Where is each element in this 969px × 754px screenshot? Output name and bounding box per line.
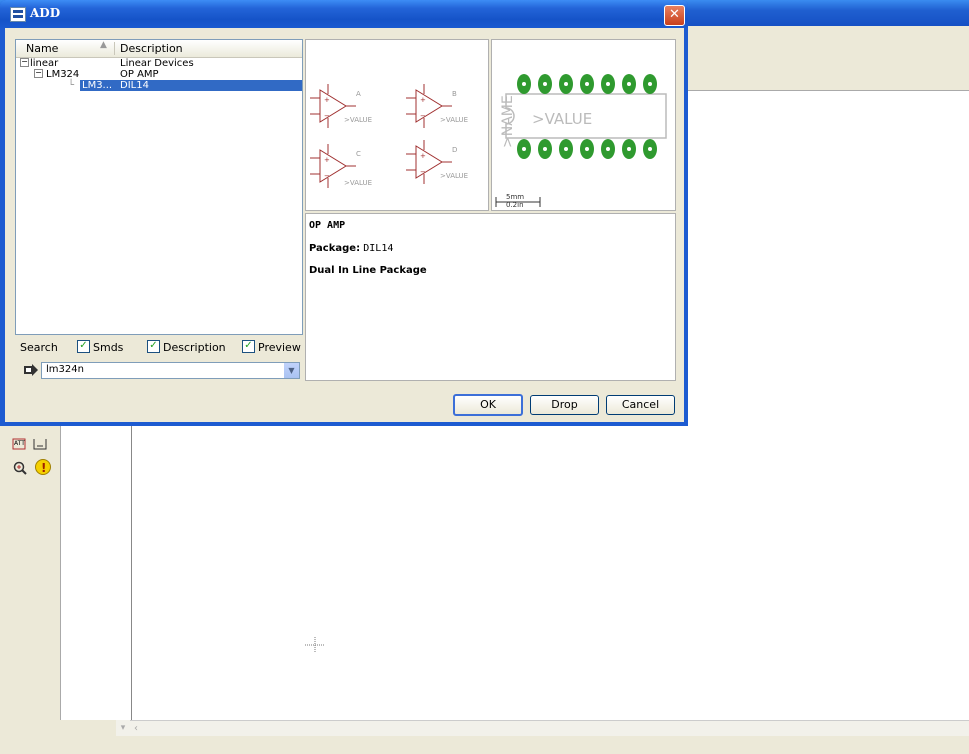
gate-label-b: B (452, 90, 457, 98)
search-label: Search (20, 341, 58, 354)
sort-ascending-icon: ▲ (100, 40, 107, 50)
add-dialog: ADD ✕ Name ▲ Description − linear Linear… (0, 0, 688, 426)
svg-text:−: − (420, 168, 426, 176)
tree-branch-line: └ (68, 80, 75, 91)
svg-text:+: + (324, 156, 330, 164)
opamp-symbol-drawing: + − + − + − + − A B C D >VALUE >VALUE >VALUE… (310, 84, 468, 188)
cursor-crosshair-icon (305, 637, 325, 653)
app-toolbar (685, 28, 969, 65)
side-panel (60, 420, 132, 720)
tree-header: Name ▲ Description (16, 40, 302, 58)
attribute-tool-icon[interactable]: ATT (12, 436, 28, 452)
symbol-preview: + − + − + − + − A B C D >VALUE >VALUE >VALUE… (305, 39, 489, 211)
scroll-down-arrow-icon[interactable]: ▾ (116, 720, 130, 736)
tree-row-name: LM3... (82, 80, 113, 91)
search-input[interactable]: lm324n (46, 364, 84, 375)
gate-label-d: D (452, 146, 457, 154)
column-header-description[interactable]: Description (120, 42, 183, 55)
library-tree[interactable]: Name ▲ Description − linear Linear Devic… (15, 39, 303, 335)
dialog-title: ADD (30, 6, 61, 20)
ok-button[interactable]: OK (453, 394, 523, 416)
horizontal-scrollbar[interactable]: ‹ (130, 720, 969, 737)
package-label: Package: (309, 243, 361, 254)
scroll-left-arrow-icon[interactable]: ‹ (134, 723, 138, 734)
tree-row-description: DIL14 (120, 80, 149, 91)
app-toolbar-secondary (685, 64, 969, 91)
drop-button[interactable]: Drop (530, 395, 599, 415)
svg-text:+: + (324, 96, 330, 104)
scale-in: 0.2in (506, 201, 524, 209)
smds-label: Smds (93, 341, 124, 354)
gate-value-c: >VALUE (344, 179, 372, 187)
eagle-app-icon (10, 7, 26, 22)
close-icon[interactable]: ✕ (664, 5, 685, 26)
svg-text:−: − (324, 112, 330, 120)
dimension-tool-icon[interactable] (32, 436, 48, 452)
canvas-top-edge (685, 90, 969, 104)
tool-palette: ATT ! (8, 420, 60, 720)
gate-label-a: A (356, 90, 361, 98)
gate-value-d: >VALUE (440, 172, 468, 180)
device-heading: OP AMP (309, 220, 346, 231)
package-preview: >NAME >VALUE 5mm 0.2in (491, 39, 676, 211)
search-combobox[interactable]: lm324n ▼ (41, 362, 300, 379)
svg-text:ATT: ATT (14, 440, 25, 447)
description-label: Description (163, 341, 226, 354)
dil14-footprint-drawing: >NAME >VALUE 5mm 0.2in (495, 74, 667, 209)
tree-row-description: Linear Devices (120, 58, 194, 69)
package-value-text: >VALUE (532, 110, 592, 128)
package-name-text: >NAME (500, 95, 516, 148)
device-info-panel: OP AMP Package: DIL14 Dual In Line Packa… (305, 213, 676, 381)
preview-checkbox[interactable]: ✓ (242, 340, 255, 353)
chevron-down-icon[interactable]: ▼ (284, 363, 299, 378)
svg-text:!: ! (41, 461, 46, 475)
collapse-icon[interactable]: − (34, 69, 43, 78)
collapse-icon[interactable]: − (20, 58, 29, 67)
package-line: Package: DIL14 (309, 243, 393, 254)
smds-checkbox[interactable]: ✓ (77, 340, 90, 353)
svg-text:+: + (420, 152, 426, 160)
erc-warning-icon[interactable]: ! (34, 458, 51, 475)
tree-row-description: OP AMP (120, 69, 159, 80)
tree-row-selection (80, 80, 302, 91)
cancel-button[interactable]: Cancel (606, 395, 675, 415)
zoom-tool-icon[interactable] (12, 460, 28, 476)
column-header-name[interactable]: Name (26, 42, 58, 55)
svg-text:−: − (420, 112, 426, 120)
svg-text:−: − (324, 172, 330, 180)
package-description: Dual In Line Package (309, 265, 427, 276)
gate-value-a: >VALUE (344, 116, 372, 124)
gate-label-c: C (356, 150, 361, 158)
column-divider (114, 42, 115, 55)
tree-row-name: LM324 (46, 69, 80, 80)
preview-label: Preview (258, 341, 301, 354)
execute-arrow-icon[interactable] (24, 364, 38, 376)
svg-text:+: + (420, 96, 426, 104)
dialog-titlebar[interactable]: ADD ✕ (0, 0, 688, 28)
gate-value-b: >VALUE (440, 116, 468, 124)
package-value: DIL14 (363, 243, 394, 254)
status-bar (0, 736, 969, 754)
description-checkbox[interactable]: ✓ (147, 340, 160, 353)
scale-mm: 5mm (506, 193, 524, 201)
